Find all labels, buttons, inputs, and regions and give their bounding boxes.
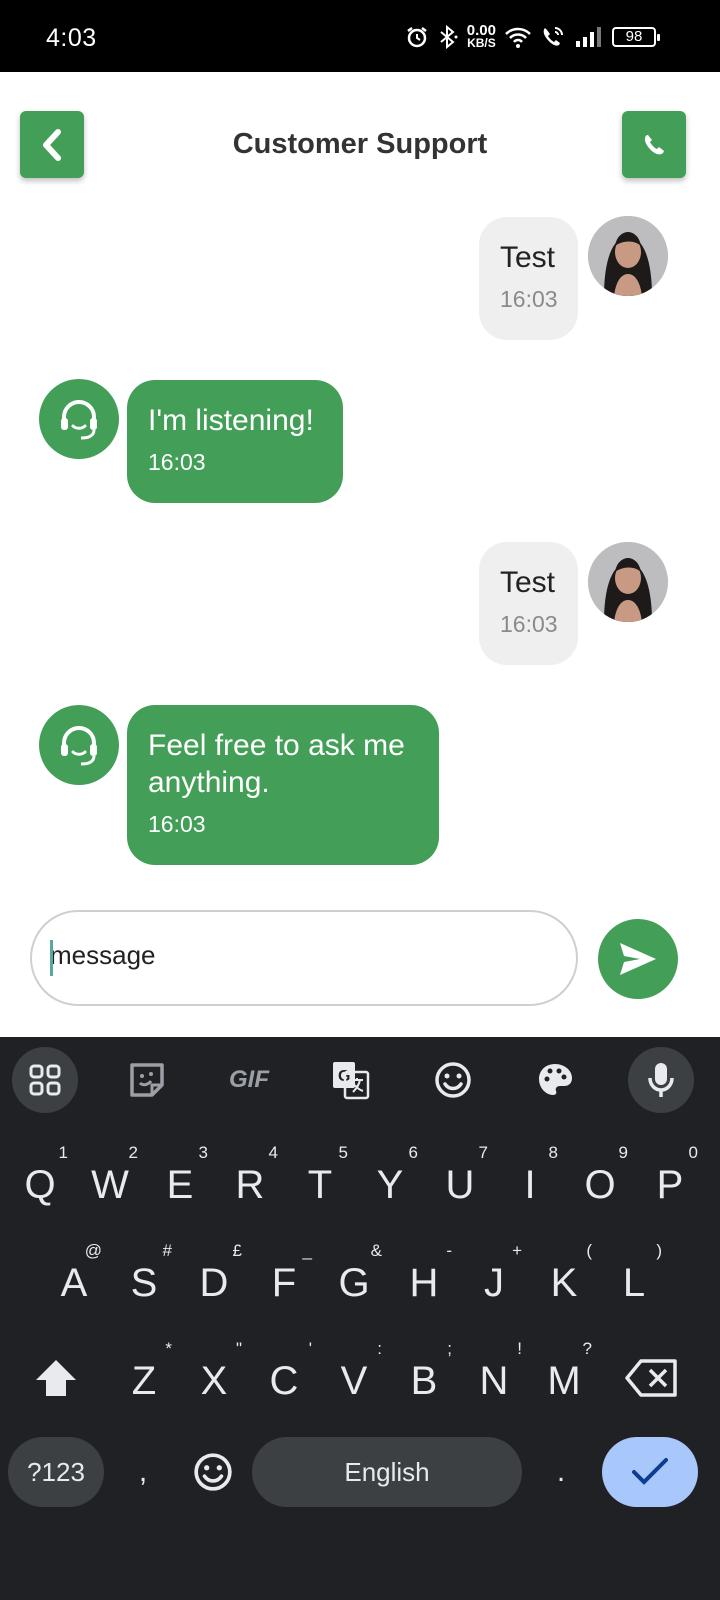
page-title: Customer Support (232, 128, 488, 160)
message-bubble-outgoing: Test 16:03 (479, 542, 578, 665)
send-button[interactable] (598, 919, 678, 999)
shift-key[interactable] (20, 1342, 92, 1414)
battery-indicator: 98 (612, 27, 660, 47)
emoji-key[interactable] (180, 1437, 246, 1507)
alarm-icon (407, 27, 427, 48)
key-n[interactable]: N! (460, 1337, 528, 1429)
status-icons: 0.00 KB/S 98 (405, 22, 660, 52)
comma-key[interactable]: , (118, 1437, 168, 1507)
key-w[interactable]: W2 (76, 1141, 144, 1233)
sticker-icon (130, 1063, 164, 1097)
send-icon (620, 943, 656, 975)
symbols-key[interactable]: ?123 (8, 1437, 104, 1507)
wifi-icon (505, 27, 531, 48)
key-a[interactable]: A @ (40, 1239, 108, 1331)
translate-icon: G (333, 1062, 370, 1100)
gif-icon: GIF (229, 1066, 269, 1093)
user-avatar (588, 216, 668, 296)
network-speed: 0.00 KB/S (466, 22, 496, 50)
mic-icon (648, 1063, 674, 1097)
user-photo (588, 216, 668, 296)
key-b[interactable]: B; (390, 1337, 458, 1429)
message-bubble-incoming: Feel free to ask me anything. 16:03 (127, 705, 439, 865)
enter-key[interactable] (602, 1437, 698, 1507)
on-screen-keyboard: GIF G Q1 W2 E3 R4 T5 Y6 U7 I8 O9 P0 A@ (0, 1037, 720, 1600)
call-button[interactable] (622, 111, 686, 178)
key-e[interactable]: E3 (146, 1141, 214, 1233)
shift-icon (36, 1360, 76, 1396)
translate-button[interactable]: G (318, 1047, 384, 1113)
user-photo (588, 542, 668, 622)
text-cursor (50, 940, 53, 976)
key-g[interactable]: G & (320, 1239, 388, 1331)
keyboard-toolbar: GIF G (0, 1037, 720, 1125)
chat-screen: 4:03 0.00 KB/S 98 Customer Support Test … (0, 0, 720, 1600)
apps-grid-icon (29, 1064, 61, 1096)
period-key[interactable]: . (536, 1437, 586, 1507)
key-z[interactable]: Z * (110, 1337, 178, 1429)
key-r[interactable]: R4 (216, 1141, 284, 1233)
key-m[interactable]: M? (530, 1337, 598, 1429)
headset-icon (61, 400, 97, 440)
backspace-key[interactable] (612, 1342, 692, 1414)
sticker-button[interactable] (114, 1047, 180, 1113)
key-j[interactable]: J + (460, 1239, 528, 1331)
key-c[interactable]: C ' (250, 1337, 318, 1429)
space-key[interactable]: English (252, 1437, 522, 1507)
wifi-calling-icon (543, 27, 563, 46)
theme-button[interactable] (522, 1047, 588, 1113)
emoji-icon (194, 1453, 232, 1491)
key-q[interactable]: Q1 (6, 1141, 74, 1233)
emoji-icon (435, 1062, 471, 1098)
message-bubble-incoming: I'm listening! 16:03 (127, 380, 343, 503)
voice-input-button[interactable] (628, 1047, 694, 1113)
key-f[interactable]: F _ (250, 1239, 318, 1331)
support-avatar (39, 379, 119, 459)
key-o[interactable]: O9 (566, 1141, 634, 1233)
message-time: 16:03 (500, 611, 558, 637)
user-avatar (588, 542, 668, 622)
message-composer[interactable] (30, 910, 578, 1006)
message-time: 16:03 (500, 286, 558, 312)
key-h[interactable]: H- (390, 1239, 458, 1331)
emoji-button[interactable] (420, 1047, 486, 1113)
key-l[interactable]: L) (600, 1239, 668, 1331)
backspace-icon (625, 1359, 677, 1397)
key-s[interactable]: S # (110, 1239, 178, 1331)
status-time: 4:03 (46, 24, 97, 52)
message-time: 16:03 (148, 811, 206, 837)
message-text: Test (500, 566, 556, 599)
gif-button[interactable]: GIF (216, 1047, 282, 1113)
signal-icon (576, 27, 601, 47)
key-k[interactable]: K( (530, 1239, 598, 1331)
message-bubble-outgoing: Test 16:03 (479, 217, 578, 340)
key-v[interactable]: V: (320, 1337, 388, 1429)
key-i[interactable]: I8 (496, 1141, 564, 1233)
message-time: 16:03 (148, 449, 206, 475)
key-t[interactable]: T5 (286, 1141, 354, 1233)
message-input[interactable] (50, 940, 530, 971)
key-u[interactable]: U7 (426, 1141, 494, 1233)
key-y[interactable]: Y6 (356, 1141, 424, 1233)
message-text: Test (500, 241, 556, 274)
apps-grid-button[interactable] (12, 1047, 78, 1113)
message-text: Feel free to ask me anything. (148, 729, 405, 799)
headset-icon (61, 726, 97, 766)
key-p[interactable]: P0 (636, 1141, 704, 1233)
phone-icon (644, 134, 664, 154)
key-x[interactable]: X " (180, 1337, 248, 1429)
status-bar: 4:03 0.00 KB/S 98 (0, 0, 720, 72)
message-text: I'm listening! (148, 404, 314, 437)
key-d[interactable]: D £ (180, 1239, 248, 1331)
bluetooth-icon (440, 25, 458, 49)
palette-icon (539, 1064, 572, 1095)
support-avatar (39, 705, 119, 785)
checkmark-icon (632, 1458, 668, 1485)
